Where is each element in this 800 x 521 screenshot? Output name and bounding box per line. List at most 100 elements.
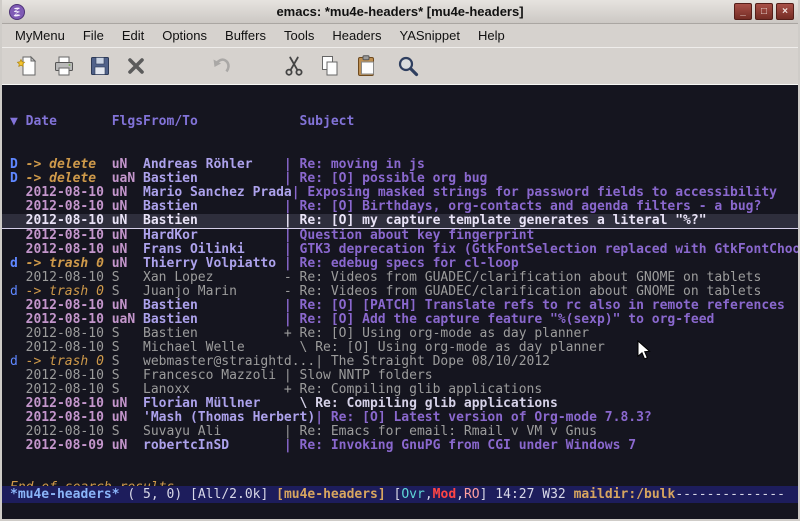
close-buffer-button[interactable] xyxy=(122,53,149,80)
menu-help[interactable]: Help xyxy=(469,26,514,45)
message-subject: | Re: moving in js xyxy=(284,158,425,172)
print-button[interactable] xyxy=(50,53,77,80)
message-row[interactable]: d -> trash 0 S webmaster@straightd... | … xyxy=(2,355,798,369)
message-from: Bastien xyxy=(143,327,284,341)
maximize-button[interactable]: □ xyxy=(755,3,773,20)
menu-options[interactable]: Options xyxy=(153,26,216,45)
message-date: 2012-08-10 xyxy=(26,200,112,214)
message-date: 2012-08-09 xyxy=(26,439,112,453)
message-subject: | Re: [O] Add the capture feature "%(sex… xyxy=(284,313,714,327)
header-line[interactable]: ▼ Date Flgs From/To Subject xyxy=(10,115,798,130)
menu-tools[interactable]: Tools xyxy=(275,26,323,45)
mouse-cursor xyxy=(637,340,651,361)
menu-buffers[interactable]: Buffers xyxy=(216,26,275,45)
mark-char: d xyxy=(10,285,26,299)
message-row[interactable]: 2012-08-10 S Lanoxx + Re: Compiling glib… xyxy=(2,383,798,397)
message-date: 2012-08-10 xyxy=(26,299,112,313)
menu-file[interactable]: File xyxy=(74,26,113,45)
message-date: 2012-08-10 xyxy=(26,229,112,243)
print-icon xyxy=(52,54,76,78)
message-row[interactable]: D -> delete uaN Bastien | Re: [O] possib… xyxy=(2,172,798,186)
message-flags: uN xyxy=(112,243,143,257)
cut-button[interactable] xyxy=(280,53,307,80)
message-subject: | Re: [O] possible org bug xyxy=(284,172,488,186)
paste-button[interactable] xyxy=(352,53,379,80)
message-from: Bastien xyxy=(143,172,284,186)
message-row[interactable]: 2012-08-10 S Xan Lopez - Re: Videos from… xyxy=(2,271,798,285)
mark-char xyxy=(10,271,26,285)
message-row[interactable]: 2012-08-10 uN Florian Müllner \ Re: Comp… xyxy=(2,397,798,411)
close-button[interactable]: × xyxy=(776,3,794,20)
message-date: 2012-08-10 xyxy=(26,313,112,327)
save-button[interactable] xyxy=(86,53,113,80)
modeline-status: , xyxy=(456,487,464,502)
column-header-subject[interactable]: Subject xyxy=(284,115,354,130)
modeline-overwrite-flag: Ovr xyxy=(401,487,424,502)
column-header-date[interactable]: Date xyxy=(26,115,112,130)
titlebar[interactable]: emacs: *mu4e-headers* [mu4e-headers] _ □… xyxy=(2,0,798,24)
message-flags: uN xyxy=(112,200,143,214)
message-row[interactable]: D -> delete uN Andreas Röhler | Re: movi… xyxy=(2,158,798,172)
header-rows: D -> delete uN Andreas Röhler | Re: movi… xyxy=(10,158,798,453)
message-date: 2012-08-10 xyxy=(26,341,112,355)
message-date: 2012-08-10 xyxy=(26,425,112,439)
message-flags: uN xyxy=(112,411,143,425)
message-row[interactable]: d -> trash 0 uN Thierry Volpiatto | Re: … xyxy=(2,257,798,271)
menu-headers[interactable]: Headers xyxy=(323,26,390,45)
message-row[interactable]: 2012-08-10 uN Mario Sanchez Prada | Expo… xyxy=(2,186,798,200)
mark-char xyxy=(10,411,26,425)
message-row[interactable]: 2012-08-10 uN Bastien | Re: [O] Birthday… xyxy=(2,200,798,214)
message-from: Suvayu Ali xyxy=(143,425,284,439)
message-from: Mario Sanchez Prada xyxy=(143,186,292,200)
message-from: Florian Müllner xyxy=(143,397,284,411)
message-row[interactable]: d -> trash 0 S Juanjo Marin - Re: Videos… xyxy=(2,285,798,299)
copy-button[interactable] xyxy=(316,53,343,80)
message-row[interactable]: 2012-08-10 uN 'Mash (Thomas Herbert) | R… xyxy=(2,411,798,425)
message-row[interactable]: 2012-08-10 S Francesco Mazzoli | Slow NN… xyxy=(2,369,798,383)
message-subject: | Re: [O] [PATCH] Translate refs to rc a… xyxy=(284,299,785,313)
mark-char: d xyxy=(10,257,26,271)
message-subject: - Re: Videos from GUADEC/clarification a… xyxy=(284,285,761,299)
message-row[interactable]: 2012-08-10 uN Bastien | Re: [O] my captu… xyxy=(2,214,798,229)
minimize-button[interactable]: _ xyxy=(734,3,752,20)
sort-direction-icon[interactable]: ▼ xyxy=(10,115,26,130)
message-flags: S xyxy=(112,341,143,355)
message-from: robertcInSD xyxy=(143,439,284,453)
message-date: 2012-08-10 xyxy=(26,271,112,285)
message-subject: + Re: [O] Using org-mode as day planner xyxy=(284,327,589,341)
message-row[interactable]: 2012-08-10 uaN Bastien | Re: [O] Add the… xyxy=(2,313,798,327)
message-row[interactable]: 2012-08-10 S Michael Welle \ Re: [O] Usi… xyxy=(2,341,798,355)
modeline-time: 14:27 xyxy=(495,487,542,502)
message-from: Michael Welle xyxy=(143,341,284,355)
message-from: Bastien xyxy=(143,299,284,313)
message-flags: S xyxy=(112,285,143,299)
menu-edit[interactable]: Edit xyxy=(113,26,153,45)
message-flags: uN xyxy=(112,257,143,271)
column-header-flags[interactable]: Flgs xyxy=(112,115,143,130)
message-from: Thierry Volpiatto xyxy=(143,257,284,271)
message-row[interactable]: 2012-08-10 uN Bastien | Re: [O] [PATCH] … xyxy=(2,299,798,313)
mark-char xyxy=(10,327,26,341)
minibuffer[interactable] xyxy=(2,503,798,519)
message-row[interactable]: 2012-08-10 uN HardKor | Question about k… xyxy=(2,229,798,243)
headers-buffer: ▼ Date Flgs From/To Subject D -> delete … xyxy=(2,85,798,486)
modeline-window-id: W32 xyxy=(542,487,573,502)
mark-char xyxy=(10,369,26,383)
message-row[interactable]: 2012-08-10 uN Frans Oilinki | GTK3 depre… xyxy=(2,243,798,257)
message-row[interactable]: 2012-08-10 S Suvayu Ali | Re: Emacs for … xyxy=(2,425,798,439)
message-subject: | Re: Emacs for email: Rmail v VM v Gnus xyxy=(284,425,597,439)
menu-mymenu[interactable]: MyMenu xyxy=(6,26,74,45)
undo-icon xyxy=(210,54,234,78)
menu-yasnippet[interactable]: YASnippet xyxy=(390,26,468,45)
new-file-button[interactable] xyxy=(14,53,41,80)
message-subject: + Re: Compiling glib applications xyxy=(284,383,542,397)
message-from: Andreas Röhler xyxy=(143,158,284,172)
message-row[interactable]: 2012-08-09 uN robertcInSD | Re: Invoking… xyxy=(2,439,798,453)
search-button[interactable] xyxy=(394,53,421,80)
undo-button[interactable] xyxy=(208,53,235,80)
mark-char: d xyxy=(10,355,26,369)
message-row[interactable]: 2012-08-10 S Bastien + Re: [O] Using org… xyxy=(2,327,798,341)
message-flags: uN xyxy=(112,214,143,228)
column-header-from[interactable]: From/To xyxy=(143,115,284,130)
message-from: 'Mash (Thomas Herbert) xyxy=(143,411,315,425)
